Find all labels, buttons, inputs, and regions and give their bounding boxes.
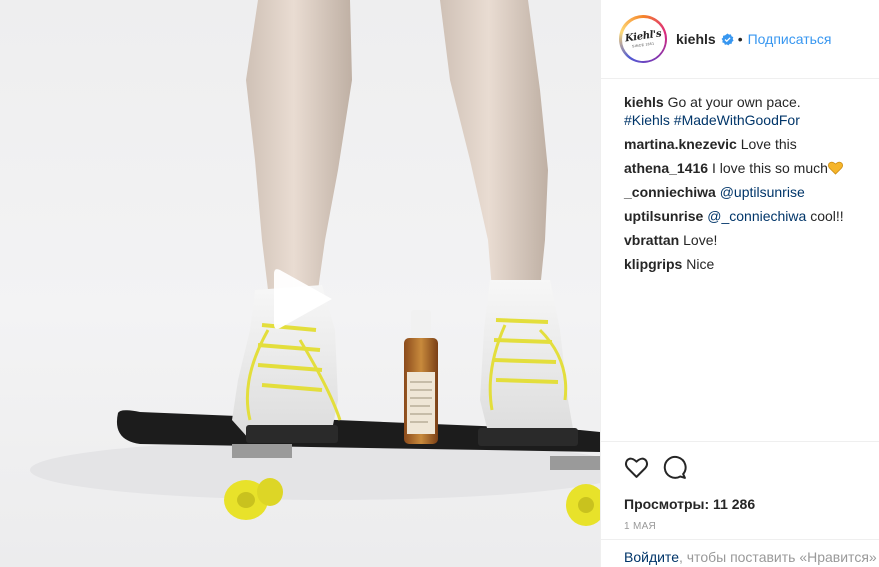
comment-text: Love! bbox=[683, 232, 718, 248]
login-link[interactable]: Войдите bbox=[624, 549, 679, 565]
comment-item: _conniechiwa @uptilsunrise bbox=[624, 183, 879, 201]
comment-mention[interactable]: @_conniechiwa bbox=[707, 208, 806, 224]
views-count[interactable]: Просмотры: 11 286 bbox=[624, 496, 879, 512]
follow-button[interactable]: Подписаться bbox=[748, 31, 832, 47]
comment-text: Nice bbox=[686, 256, 715, 272]
comment-username[interactable]: _conniechiwa bbox=[624, 184, 716, 200]
comment-item: klipgrips Nice bbox=[624, 255, 879, 273]
comment-text: cool!! bbox=[810, 208, 844, 224]
caption: kiehls Go at your own pace. #Kiehls #Mad… bbox=[624, 93, 879, 129]
post-side-panel: Kiehl's SINCE 1851 kiehls • Подписаться … bbox=[600, 0, 879, 567]
heart-icon[interactable] bbox=[624, 455, 649, 480]
header-separator: • bbox=[737, 31, 743, 47]
comment-mention[interactable]: @uptilsunrise bbox=[720, 184, 805, 200]
login-prompt-text: , чтобы поставить «Нравится» bbox=[678, 549, 877, 565]
avatar-logo-text: Kiehl's bbox=[624, 28, 662, 44]
play-icon bbox=[274, 269, 332, 329]
comment-item: martina.knezevic Love this bbox=[624, 135, 879, 153]
comment-item: athena_1416 I love this so much bbox=[624, 159, 879, 177]
action-icons bbox=[624, 454, 879, 480]
instagram-post: Kiehl's SINCE 1851 kiehls • Подписаться … bbox=[0, 0, 879, 567]
comment-icon[interactable] bbox=[662, 455, 687, 480]
post-date[interactable]: 1 мая bbox=[624, 521, 879, 532]
caption-username[interactable]: kiehls bbox=[624, 94, 664, 110]
comment-username[interactable]: vbrattan bbox=[624, 232, 679, 248]
comment-username[interactable]: athena_1416 bbox=[624, 160, 708, 176]
comment-username[interactable]: uptilsunrise bbox=[624, 208, 703, 224]
comments-list: kiehls Go at your own pace. #Kiehls #Mad… bbox=[601, 79, 879, 273]
comment-item: vbrattan Love! bbox=[624, 231, 879, 249]
comment-text: I love this so much bbox=[711, 160, 828, 176]
comment-item: uptilsunrise @_conniechiwa cool!! bbox=[624, 207, 879, 225]
video-player[interactable] bbox=[0, 0, 600, 567]
yellow-heart-icon bbox=[827, 161, 843, 175]
avatar[interactable]: Kiehl's SINCE 1851 bbox=[619, 15, 667, 63]
caption-text: Go at your own pace. bbox=[667, 94, 801, 110]
post-author-username[interactable]: kiehls bbox=[676, 31, 716, 47]
play-button[interactable] bbox=[268, 264, 338, 334]
kiehls-logo: Kiehl's SINCE 1851 bbox=[621, 17, 665, 61]
comment-text: Love this bbox=[740, 136, 797, 152]
verified-badge-icon bbox=[721, 32, 734, 45]
login-prompt: Войдите, чтобы поставить «Нравится» bbox=[601, 539, 879, 567]
post-header: Kiehl's SINCE 1851 kiehls • Подписаться bbox=[601, 0, 879, 79]
comment-username[interactable]: martina.knezevic bbox=[624, 136, 737, 152]
comment-username[interactable]: klipgrips bbox=[624, 256, 682, 272]
caption-hashtags[interactable]: #Kiehls #MadeWithGoodFor bbox=[624, 112, 800, 128]
